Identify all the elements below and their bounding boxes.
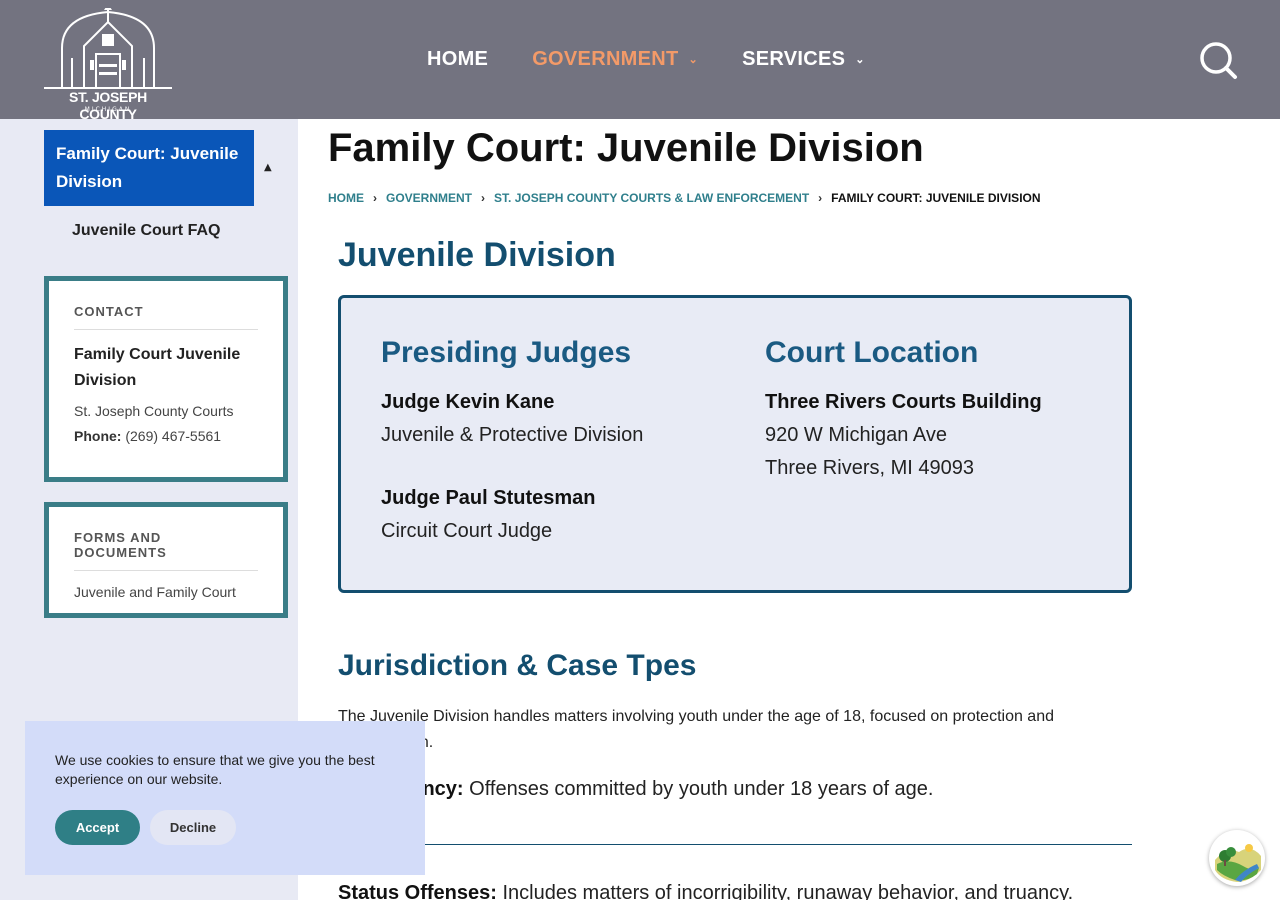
location-street: 920 W Michigan Ave [765,424,947,446]
nav-government[interactable]: GOVERNMENT ⌄ [532,48,698,71]
landscape-widget-icon[interactable] [1209,830,1265,886]
cookie-text: We use cookies to ensure that we give yo… [55,752,375,787]
delinquency-item: Delinquency: Offenses committed by youth… [338,778,933,801]
site-header: ST. JOSEPH COUNTY MICHIGAN HOME GOVERNME… [0,0,1280,125]
phone-number[interactable]: (269) 467-5561 [125,428,221,444]
contact-name: Family Court Juvenile Division [74,346,241,389]
location-building: Three Rivers Courts Building [765,391,1042,413]
logo-subtext: MICHIGAN [84,106,132,113]
judge-name: Judge Kevin Kane [381,391,555,413]
delinquency-text: Offenses committed by youth under 18 yea… [469,778,934,800]
chevron-down-icon: ⌄ [688,54,699,66]
sidebar-item-juvenile-faq[interactable]: Juvenile Court FAQ [72,222,220,240]
info-box: Presiding Judges Judge Kevin Kane Juveni… [338,295,1132,593]
location-title: Court Location [765,336,979,369]
nav-government-label: GOVERNMENT [532,48,679,70]
sidebar-item-family-court[interactable]: Family Court: Juvenile Division [44,130,254,206]
breadcrumb: HOME › GOVERNMENT › ST. JOSEPH COUNTY CO… [328,191,1041,205]
accept-button[interactable]: Accept [55,810,140,845]
breadcrumb-home[interactable]: HOME [328,191,364,205]
chevron-right-icon: › [481,191,486,205]
phone-label: Phone: [74,428,122,444]
judge-role: Juvenile & Protective Division [381,424,644,446]
jurisdiction-title: Jurisdiction & Case Tpes [338,649,697,682]
county-logo[interactable]: ST. JOSEPH COUNTY MICHIGAN [44,4,172,125]
decline-button[interactable]: Decline [150,810,236,845]
chevron-right-icon: › [818,191,823,205]
contact-phone-line: Phone: (269) 467-5561 [74,428,258,444]
breadcrumb-courts[interactable]: ST. JOSEPH COUNTY COURTS & LAW ENFORCEME… [494,191,809,205]
chevron-right-icon: › [373,191,377,205]
contact-label: CONTACT [74,281,258,330]
location-column: Court Location Three Rivers Courts Build… [765,336,1042,485]
judges-title: Presiding Judges [381,336,632,369]
jurisdiction-text: The Juvenile Division handles matters in… [338,708,1054,751]
cookie-banner: We use cookies to ensure that we give yo… [25,721,425,875]
courthouse-logo-icon [61,4,155,87]
main-nav: HOME GOVERNMENT ⌄ SERVICES ⌄ [427,48,909,71]
contact-org: St. Joseph County Courts [74,403,234,419]
collapse-triangle-icon[interactable]: ▲ [264,162,272,173]
breadcrumb-current: FAMILY COURT: JUVENILE DIVISION [831,191,1041,205]
judge-role: Circuit Court Judge [381,520,553,542]
location-city: Three Rivers, MI 49093 [765,457,974,479]
status-offenses-item: Status Offenses: Includes matters of inc… [338,882,1073,900]
judges-column: Presiding Judges Judge Kevin Kane Juveni… [381,336,643,548]
section-title: Juvenile Division [338,236,616,274]
status-label: Status Offenses: [338,882,497,900]
status-text: Includes matters of incorrigibility, run… [502,882,1074,900]
chevron-down-icon: ⌄ [855,54,865,66]
judge-name: Judge Paul Stutesman [381,487,596,509]
divider [338,844,1132,845]
nav-home-label: HOME [427,48,489,70]
forms-link[interactable]: Juvenile and Family Court [74,584,258,600]
cookie-buttons: Accept Decline [55,810,236,845]
contact-box: CONTACT Family Court Juvenile Division S… [44,276,288,482]
nav-home[interactable]: HOME [427,48,488,71]
search-icon[interactable] [1198,40,1238,80]
breadcrumb-government[interactable]: GOVERNMENT [386,191,472,205]
page-title: Family Court: Juvenile Division [328,126,924,170]
nav-services[interactable]: SERVICES ⌄ [742,48,865,71]
forms-label: FORMS AND DOCUMENTS [74,507,258,571]
forms-box: FORMS AND DOCUMENTS Juvenile and Family … [44,502,288,618]
nav-services-label: SERVICES [742,48,846,70]
